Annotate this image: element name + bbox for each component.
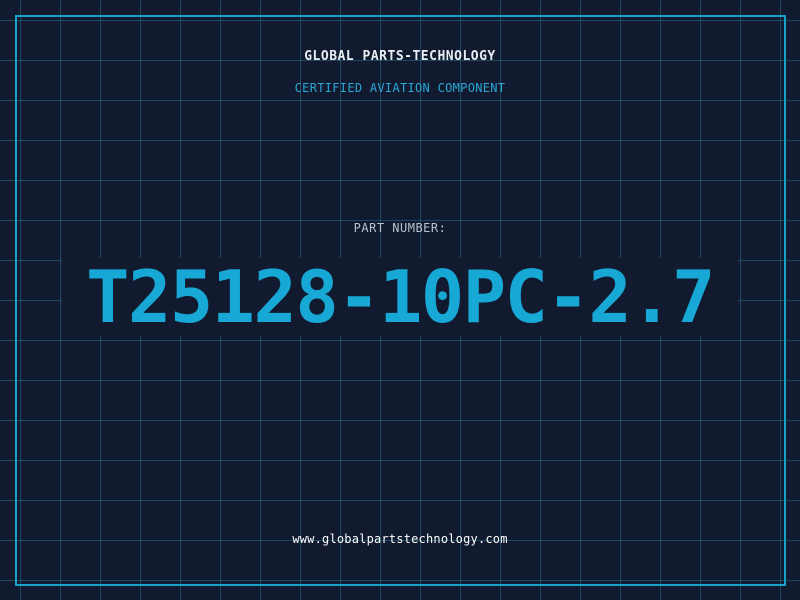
certification-subtitle: CERTIFIED AVIATION COMPONENT (294, 81, 506, 95)
part-number-value: T25128-10PC-2.7 (86, 255, 715, 339)
part-number-label: PART NUMBER: (353, 221, 447, 235)
part-label-card: GLOBAL PARTS-TECHNOLOGY CERTIFIED AVIATI… (0, 0, 800, 600)
company-name: GLOBAL PARTS-TECHNOLOGY (304, 49, 496, 64)
website-url: www.globalpartstechnology.com (292, 532, 508, 546)
